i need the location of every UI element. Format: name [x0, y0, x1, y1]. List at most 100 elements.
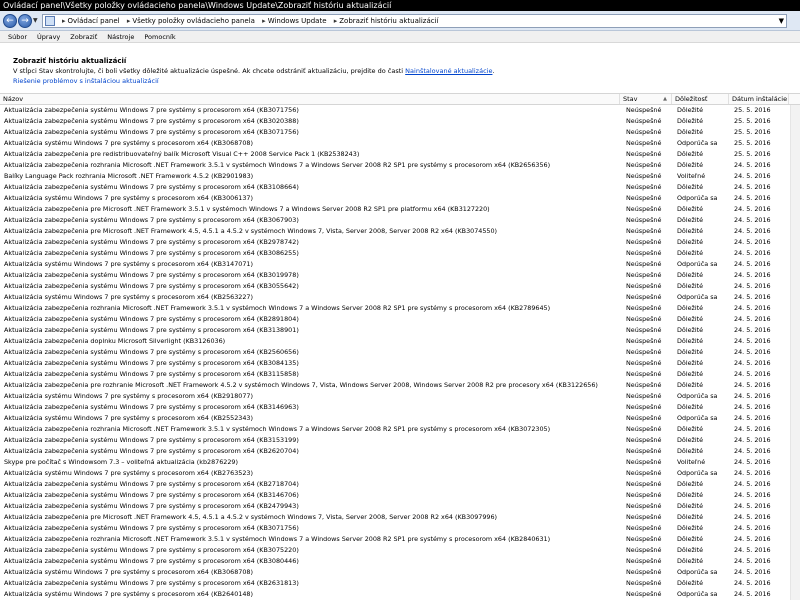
table-row[interactable]: Aktualizácia zabezpečenia systému Window…: [0, 556, 800, 567]
table-row[interactable]: Aktualizácia zabezpečenia pre redistribu…: [0, 149, 800, 160]
recent-pages-dropdown-icon[interactable]: ▼: [33, 17, 38, 24]
table-row[interactable]: Aktualizácia zabezpečenia systému Window…: [0, 402, 800, 413]
menu-tools[interactable]: Nástroje: [102, 31, 139, 43]
install-date-cell: 24. 5. 2016: [734, 590, 771, 598]
breadcrumb-separator-icon[interactable]: ▸: [334, 17, 338, 25]
table-row[interactable]: Aktualizácia zabezpečenia rozhrania Micr…: [0, 534, 800, 545]
table-row[interactable]: Aktualizácia zabezpečenia pre Microsoft …: [0, 226, 800, 237]
update-name-cell: Aktualizácia zabezpečenia systému Window…: [4, 524, 299, 532]
table-row[interactable]: Aktualizácia zabezpečenia rozhrania Micr…: [0, 424, 800, 435]
table-row[interactable]: Aktualizácia zabezpečenia pre rozhranie …: [0, 380, 800, 391]
table-row[interactable]: Aktualizácia zabezpečenia systému Window…: [0, 182, 800, 193]
breadcrumb-item[interactable]: Všetky položky ovládacieho panela: [132, 17, 255, 25]
table-row[interactable]: Skype pre počítač s Windowsom 7.3 – voli…: [0, 457, 800, 468]
install-date-cell: 24. 5. 2016: [734, 260, 771, 268]
breadcrumb-separator-icon[interactable]: ▸: [262, 17, 266, 25]
table-row[interactable]: Aktualizácia zabezpečenia doplnku Micros…: [0, 336, 800, 347]
table-row[interactable]: Aktualizácia systému Windows 7 pre systé…: [0, 413, 800, 424]
status-cell: Neúspešné: [626, 414, 662, 422]
table-row[interactable]: Aktualizácia systému Windows 7 pre systé…: [0, 259, 800, 270]
table-row[interactable]: Aktualizácia zabezpečenia systému Window…: [0, 270, 800, 281]
install-date-cell: 24. 5. 2016: [734, 579, 771, 587]
table-row[interactable]: Balíky Language Pack rozhrania Microsoft…: [0, 171, 800, 182]
update-name-cell: Aktualizácia zabezpečenia pre redistribu…: [4, 150, 360, 158]
install-date-cell: 24. 5. 2016: [734, 370, 771, 378]
table-row[interactable]: Aktualizácia zabezpečenia systému Window…: [0, 435, 800, 446]
table-row[interactable]: Aktualizácia zabezpečenia systému Window…: [0, 523, 800, 534]
menu-help[interactable]: Pomocník: [139, 31, 180, 43]
back-button[interactable]: ←: [3, 14, 17, 28]
table-row[interactable]: Aktualizácia systému Windows 7 pre systé…: [0, 138, 800, 149]
column-header-date[interactable]: Dátum inštalácie: [729, 94, 789, 104]
importance-cell: Odporúča sa: [677, 293, 718, 301]
table-row[interactable]: Aktualizácia zabezpečenia systému Window…: [0, 369, 800, 380]
update-name-cell: Aktualizácia zabezpečenia pre Microsoft …: [4, 513, 498, 521]
table-row[interactable]: Aktualizácia systému Windows 7 pre systé…: [0, 193, 800, 204]
status-cell: Neúspešné: [626, 238, 662, 246]
update-name-cell: Aktualizácia zabezpečenia systému Window…: [4, 359, 299, 367]
breadcrumb-item[interactable]: Windows Update: [268, 17, 327, 25]
address-bar[interactable]: ▸ Ovládací panel ▸ Všetky položky ovládaci…: [42, 14, 787, 28]
table-row[interactable]: Aktualizácia zabezpečenia systému Window…: [0, 127, 800, 138]
breadcrumb-item[interactable]: Zobraziť históriu aktualizácií: [339, 17, 438, 25]
table-row[interactable]: Aktualizácia zabezpečenia rozhrania Micr…: [0, 303, 800, 314]
table-row[interactable]: Aktualizácia zabezpečenia systému Window…: [0, 545, 800, 556]
table-row[interactable]: Aktualizácia zabezpečenia systému Window…: [0, 105, 800, 116]
column-header-name[interactable]: Názov: [0, 94, 620, 104]
install-date-cell: 25. 5. 2016: [734, 139, 771, 147]
installed-updates-link[interactable]: Nainštalované aktualizácie: [405, 67, 492, 75]
menu-view[interactable]: Zobraziť: [65, 31, 102, 43]
status-cell: Neúspešné: [626, 106, 662, 114]
table-row[interactable]: Aktualizácia systému Windows 7 pre systé…: [0, 292, 800, 303]
table-row[interactable]: Aktualizácia systému Windows 7 pre systé…: [0, 589, 800, 600]
status-cell: Neúspešné: [626, 183, 662, 191]
column-header-status[interactable]: Stav ▲: [620, 94, 672, 104]
importance-cell: Dôležité: [677, 381, 704, 389]
install-date-cell: 24. 5. 2016: [734, 513, 771, 521]
table-row[interactable]: Aktualizácia zabezpečenia systému Window…: [0, 479, 800, 490]
table-row[interactable]: Aktualizácia zabezpečenia pre Microsoft …: [0, 204, 800, 215]
table-row[interactable]: Aktualizácia zabezpečenia systému Window…: [0, 248, 800, 259]
status-cell: Neúspešné: [626, 458, 662, 466]
troubleshoot-link[interactable]: Riešenie problémov s inštaláciou aktuali…: [13, 77, 159, 85]
table-row[interactable]: Aktualizácia zabezpečenia pre Microsoft …: [0, 512, 800, 523]
table-row[interactable]: Aktualizácia zabezpečenia systému Window…: [0, 325, 800, 336]
install-date-cell: 24. 5. 2016: [734, 458, 771, 466]
table-row[interactable]: Aktualizácia zabezpečenia systému Window…: [0, 501, 800, 512]
install-date-cell: 24. 5. 2016: [734, 282, 771, 290]
vertical-scrollbar[interactable]: [790, 105, 800, 600]
table-row[interactable]: Aktualizácia systému Windows 7 pre systé…: [0, 567, 800, 578]
table-row[interactable]: Aktualizácia zabezpečenia systému Window…: [0, 314, 800, 325]
status-cell: Neúspešné: [626, 348, 662, 356]
table-row[interactable]: Aktualizácia systému Windows 7 pre systé…: [0, 391, 800, 402]
table-row[interactable]: Aktualizácia zabezpečenia systému Window…: [0, 237, 800, 248]
install-date-cell: 25. 5. 2016: [734, 128, 771, 136]
table-row[interactable]: Aktualizácia zabezpečenia systému Window…: [0, 358, 800, 369]
column-header-status-label: Stav: [623, 95, 638, 103]
table-row[interactable]: Aktualizácia zabezpečenia systému Window…: [0, 116, 800, 127]
breadcrumb-separator-icon[interactable]: ▸: [127, 17, 131, 25]
table-row[interactable]: Aktualizácia zabezpečenia systému Window…: [0, 490, 800, 501]
table-row[interactable]: Aktualizácia zabezpečenia rozhrania Micr…: [0, 160, 800, 171]
importance-cell: Dôležité: [677, 161, 704, 169]
status-cell: Neúspešné: [626, 381, 662, 389]
forward-button[interactable]: →: [18, 14, 32, 28]
table-row[interactable]: Aktualizácia zabezpečenia systému Window…: [0, 446, 800, 457]
table-row[interactable]: Aktualizácia systému Windows 7 pre systé…: [0, 468, 800, 479]
breadcrumb-item[interactable]: Ovládací panel: [68, 17, 120, 25]
table-row[interactable]: Aktualizácia zabezpečenia systému Window…: [0, 347, 800, 358]
status-cell: Neúspešné: [626, 194, 662, 202]
update-name-cell: Balíky Language Pack rozhrania Microsoft…: [4, 172, 254, 180]
install-date-cell: 24. 5. 2016: [734, 161, 771, 169]
column-header-importance[interactable]: Dôležitosť: [672, 94, 729, 104]
importance-cell: Dôležité: [677, 579, 704, 587]
address-dropdown-icon[interactable]: ▼: [779, 15, 784, 27]
table-row[interactable]: Aktualizácia zabezpečenia systému Window…: [0, 281, 800, 292]
menu-file[interactable]: Súbor: [0, 31, 32, 43]
update-name-cell: Aktualizácia zabezpečenia rozhrania Micr…: [4, 535, 551, 543]
status-cell: Neúspešné: [626, 282, 662, 290]
table-row[interactable]: Aktualizácia zabezpečenia systému Window…: [0, 578, 800, 589]
update-name-cell: Aktualizácia zabezpečenia systému Window…: [4, 106, 299, 114]
table-row[interactable]: Aktualizácia zabezpečenia systému Window…: [0, 215, 800, 226]
menu-edit[interactable]: Úpravy: [32, 31, 65, 43]
